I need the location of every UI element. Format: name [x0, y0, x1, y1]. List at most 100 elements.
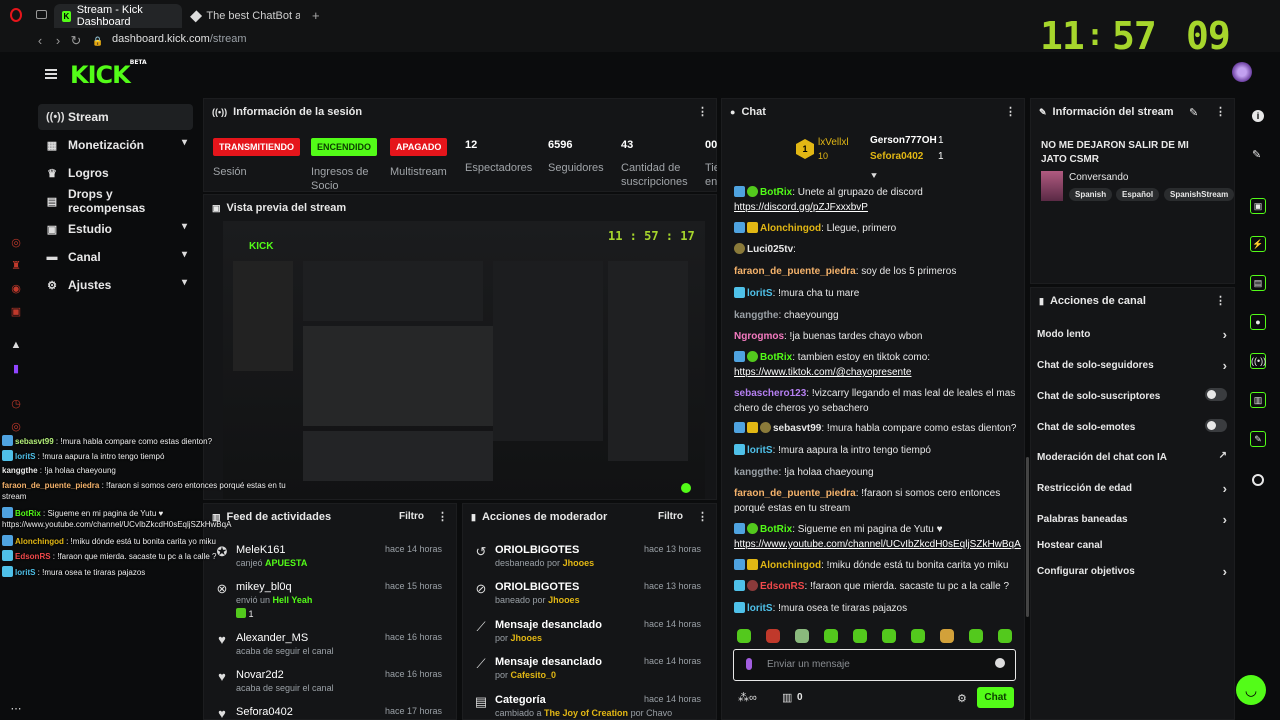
points-icon[interactable]: ⁂∞: [738, 691, 757, 704]
kebab-menu-icon[interactable]: ⋮: [1215, 105, 1226, 118]
nav-item-monetizacion[interactable]: ▦ Monetización ▾: [38, 132, 193, 158]
mod-target[interactable]: ORIOLBIGOTES: [495, 544, 579, 556]
opera-logo-icon[interactable]: [10, 8, 22, 22]
stream-preview-video[interactable]: KICK 11 : 57 : 17: [223, 221, 705, 499]
sidebar-more-icon[interactable]: ⋯: [9, 702, 23, 716]
edit-icon[interactable]: ✎: [1189, 106, 1198, 119]
tab-kick-dashboard[interactable]: K Stream - Kick Dashboard: [54, 4, 182, 28]
mic-icon[interactable]: [746, 658, 752, 670]
nav-item-stream[interactable]: ((•)) Stream: [38, 104, 193, 130]
mod-target[interactable]: Categoría: [495, 694, 546, 706]
emote-icon[interactable]: [998, 629, 1012, 643]
document-icon[interactable]: ▤: [1250, 275, 1266, 291]
chat-scrollbar[interactable]: [1026, 457, 1029, 617]
kick-logo[interactable]: KICKBETA: [70, 59, 147, 89]
store-icon[interactable]: ▥: [1250, 392, 1266, 408]
tab-botrix[interactable]: The best ChatBot and Wi: [184, 4, 308, 28]
category-name[interactable]: Conversando: [1069, 172, 1128, 183]
leaderboard-user[interactable]: lxVellxl: [818, 137, 849, 148]
tab-overview-icon[interactable]: [36, 10, 47, 19]
nav-item-canal[interactable]: ▬ Canal ▾: [38, 244, 193, 270]
sidebar-icon-5[interactable]: ▲: [9, 339, 23, 353]
emote-icon[interactable]: [766, 629, 780, 643]
sidebar-icon-3[interactable]: ◉: [9, 282, 23, 296]
support-button[interactable]: ◡: [1236, 675, 1266, 705]
back-icon[interactable]: ‹: [32, 33, 48, 49]
kebab-menu-icon[interactable]: ⋮: [697, 105, 708, 118]
sidebar-icon-7[interactable]: ◎: [9, 420, 23, 434]
feed-user[interactable]: MeleK161: [236, 544, 286, 556]
action-ai-moderation[interactable]: Moderación del chat con IA ↗: [1037, 450, 1227, 463]
sidebar-icon-2[interactable]: ♜: [9, 259, 23, 273]
collapse-icon[interactable]: ⯆: [870, 171, 878, 182]
sidebar-icon-6[interactable]: ◷: [9, 397, 23, 411]
action-age-restriction[interactable]: Restricción de edad ›: [1037, 481, 1227, 496]
mod-target[interactable]: ORIOLBIGOTES: [495, 581, 579, 593]
nav-item-ajustes[interactable]: ⚙ Ajustes ▾: [38, 272, 193, 298]
action-host-channel[interactable]: Hostear canal: [1037, 540, 1227, 551]
kebab-menu-icon[interactable]: ⋮: [1005, 105, 1016, 118]
chat-link[interactable]: https://www.tiktok.com/@chayopresente: [734, 367, 911, 378]
emote-icon[interactable]: [969, 629, 983, 643]
feed-user[interactable]: Sefora0402: [236, 706, 293, 718]
reload-icon[interactable]: ↻: [68, 33, 84, 49]
emote-icon[interactable]: [853, 629, 867, 643]
new-tab-button[interactable]: +: [312, 8, 320, 23]
bolt-icon[interactable]: ⚡: [1250, 236, 1266, 252]
action-set-goals[interactable]: Configurar objetivos ›: [1037, 564, 1227, 579]
pencil-icon[interactable]: ✎: [1252, 148, 1261, 161]
scan-icon[interactable]: ▣: [1250, 198, 1266, 214]
nav-item-estudio[interactable]: ▣ Estudio ▾: [38, 216, 193, 242]
tag[interactable]: Español: [1116, 188, 1160, 201]
broadcast-icon[interactable]: ((•)): [1250, 353, 1266, 369]
avatar[interactable]: [1232, 62, 1252, 82]
action-banned-words[interactable]: Palabras baneadas ›: [1037, 512, 1227, 527]
kebab-menu-icon[interactable]: ⋮: [437, 510, 448, 523]
url-field[interactable]: dashboard.kick.com/stream: [112, 33, 247, 45]
toggle-subscribers-only[interactable]: [1205, 388, 1227, 401]
panel-title: Vista previa del stream: [226, 202, 347, 214]
emote-icon[interactable]: [882, 629, 896, 643]
chat-link[interactable]: https://www.youtube.com/channel/UCvIbZkc…: [734, 539, 1021, 550]
tag[interactable]: Spanish: [1069, 188, 1113, 201]
action-slow-mode[interactable]: Modo lento ›: [1037, 327, 1227, 342]
wrench-icon[interactable]: ✎: [1250, 431, 1266, 447]
tag[interactable]: SpanishStream: [1164, 188, 1235, 201]
chat-bubble-icon[interactable]: ●: [1250, 314, 1266, 330]
panel-title: Feed de actividades: [226, 511, 332, 523]
toggle-emotes-only[interactable]: [1205, 419, 1227, 432]
mod-target[interactable]: Mensaje desanclado: [495, 656, 602, 668]
nav-item-drops[interactable]: ▤ Drops y recompensas: [38, 187, 193, 215]
kebab-menu-icon[interactable]: ⋮: [1215, 294, 1226, 307]
filter-button[interactable]: Filtro: [399, 511, 424, 522]
emoji-icon[interactable]: [995, 658, 1005, 668]
feed-user[interactable]: Alexander_MS: [236, 632, 308, 644]
emote-icon[interactable]: [737, 629, 751, 643]
emote-icon[interactable]: [795, 629, 809, 643]
sidebar-icon-1[interactable]: ◎: [9, 236, 23, 250]
chat-settings-icon[interactable]: ⚙: [957, 692, 967, 705]
emote-icon[interactable]: [911, 629, 925, 643]
forward-icon[interactable]: ›: [50, 33, 66, 49]
send-chat-button[interactable]: Chat: [977, 687, 1014, 708]
twitch-icon[interactable]: ▮: [9, 362, 23, 376]
feed-user[interactable]: Novar2d2: [236, 669, 284, 681]
leaderboard-user[interactable]: Gerson777OH: [870, 135, 937, 146]
emote-icon[interactable]: [940, 629, 954, 643]
action-followers-only[interactable]: Chat de solo-seguidores ›: [1037, 358, 1227, 373]
info-icon[interactable]: i: [1252, 110, 1264, 122]
chat-link[interactable]: https://discord.gg/pZJFxxxbvP: [734, 202, 868, 213]
session-info-panel: ((•)) Información de la sesión ⋮ TRANSMIT…: [203, 98, 717, 192]
emote-icon[interactable]: [824, 629, 838, 643]
feed-user[interactable]: mikey_bl0q: [236, 581, 292, 593]
filter-button[interactable]: Filtro: [658, 511, 683, 522]
store-icon[interactable]: ▥: [782, 691, 792, 704]
menu-icon[interactable]: [45, 69, 57, 79]
nav-item-logros[interactable]: ♛ Logros: [38, 160, 193, 186]
leaderboard-user[interactable]: Sefora0402: [870, 151, 923, 162]
mod-target[interactable]: Mensaje desanclado: [495, 619, 602, 631]
toggle-rail-icon[interactable]: [1252, 474, 1264, 486]
sidebar-icon-4[interactable]: ▣: [9, 305, 23, 319]
kebab-menu-icon[interactable]: ⋮: [697, 510, 708, 523]
chat-input[interactable]: Enviar un mensaje: [733, 649, 1016, 681]
